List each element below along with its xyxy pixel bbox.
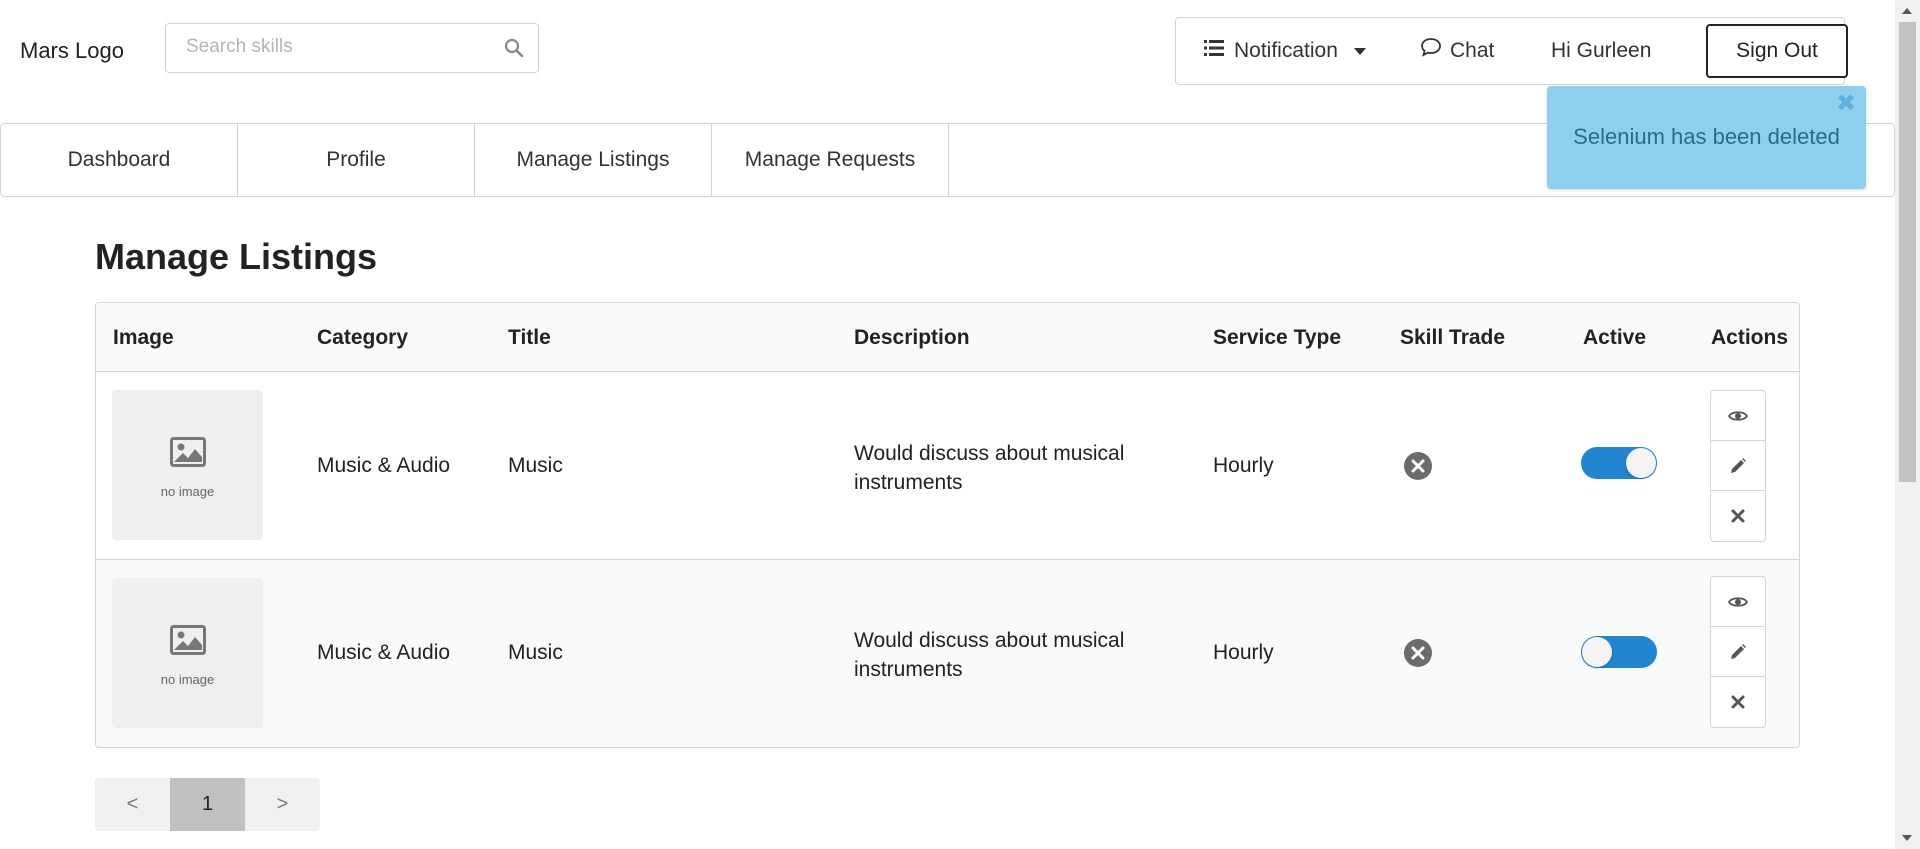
tab-dashboard[interactable]: Dashboard — [1, 124, 238, 196]
pencil-icon — [1731, 457, 1746, 473]
view-button[interactable] — [1711, 577, 1765, 627]
no-image-label: no image — [160, 672, 215, 687]
eye-icon — [1728, 410, 1748, 421]
top-menu: Notification Chat Hi Gurleen Sign Out — [1175, 17, 1848, 85]
view-button[interactable] — [1711, 391, 1765, 441]
notification-label: Notification — [1234, 39, 1338, 62]
column-header-category: Category — [317, 326, 409, 349]
category-cell: Music & Audio — [317, 454, 451, 477]
row-actions — [1710, 576, 1766, 728]
page-scrollbar[interactable] — [1895, 0, 1920, 849]
pagination: < 1 > — [95, 778, 320, 831]
listing-image: no image — [112, 390, 263, 540]
column-header-service-type: Service Type — [1213, 326, 1342, 349]
column-header-active: Active — [1583, 326, 1647, 349]
notification-dropdown[interactable]: Notification — [1204, 18, 1366, 84]
close-icon[interactable]: ✖ — [1836, 90, 1856, 118]
description-cell: Would discuss about musical instruments — [854, 629, 1125, 681]
scroll-down-arrow[interactable] — [1902, 835, 1912, 841]
delete-button[interactable] — [1711, 677, 1765, 727]
category-cell: Music & Audio — [317, 641, 451, 664]
title-cell: Music — [508, 641, 563, 664]
column-header-actions: Actions — [1711, 326, 1789, 349]
description-cell: Would discuss about musical instruments — [854, 442, 1125, 494]
pencil-icon — [1731, 643, 1746, 659]
toggle-knob — [1626, 448, 1656, 478]
search-input[interactable] — [166, 24, 486, 70]
listing-image: no image — [112, 578, 263, 728]
image-icon — [170, 437, 206, 467]
active-toggle[interactable] — [1581, 447, 1657, 479]
page-1-button[interactable]: 1 — [170, 778, 245, 831]
toggle-knob — [1582, 637, 1612, 667]
x-circle-icon — [1404, 639, 1432, 667]
list-icon — [1204, 18, 1224, 84]
scroll-up-arrow[interactable] — [1902, 8, 1912, 14]
prev-page-button[interactable]: < — [95, 778, 170, 831]
chat-bubble-icon — [1420, 18, 1442, 84]
logo[interactable]: Mars Logo — [20, 38, 124, 64]
tab-manage-requests[interactable]: Manage Requests — [712, 124, 949, 196]
column-header-image: Image — [113, 326, 174, 349]
table-row: no image Music & Audio Music Would discu… — [96, 372, 1799, 560]
toast-notification: ✖ Selenium has been deleted — [1547, 86, 1866, 189]
image-icon — [170, 625, 206, 655]
close-icon — [1731, 695, 1745, 709]
edit-button[interactable] — [1711, 441, 1765, 491]
title-cell: Music — [508, 454, 563, 477]
user-greeting[interactable]: Hi Gurleen — [1551, 18, 1651, 84]
listings-table: Image Category Title Description Service… — [95, 302, 1800, 748]
edit-button[interactable] — [1711, 627, 1765, 677]
service-type-cell: Hourly — [1213, 641, 1274, 664]
tab-manage-listings[interactable]: Manage Listings — [475, 124, 712, 196]
table-row: no image Music & Audio Music Would discu… — [96, 560, 1799, 747]
chevron-down-icon — [1353, 47, 1366, 55]
table-header: Image Category Title Description Service… — [96, 303, 1799, 372]
active-toggle[interactable] — [1581, 636, 1657, 668]
tab-profile[interactable]: Profile — [238, 124, 475, 196]
row-actions — [1710, 390, 1766, 542]
next-page-button[interactable]: > — [245, 778, 320, 831]
sign-out-button[interactable]: Sign Out — [1706, 24, 1848, 78]
toast-message: Selenium has been deleted — [1573, 124, 1840, 149]
close-icon — [1731, 509, 1745, 523]
scrollbar-thumb[interactable] — [1899, 22, 1916, 482]
column-header-skill-trade: Skill Trade — [1400, 326, 1506, 349]
x-circle-icon — [1404, 452, 1432, 480]
no-image-label: no image — [160, 484, 215, 499]
page-title: Manage Listings — [95, 236, 378, 277]
column-header-description: Description — [854, 326, 970, 349]
eye-icon — [1728, 596, 1748, 607]
search-icon[interactable] — [504, 38, 524, 58]
column-header-title: Title — [508, 326, 551, 349]
delete-button[interactable] — [1711, 491, 1765, 541]
chat-link[interactable]: Chat — [1420, 18, 1494, 84]
chat-label: Chat — [1450, 39, 1495, 62]
search-box — [165, 23, 539, 73]
service-type-cell: Hourly — [1213, 454, 1274, 477]
